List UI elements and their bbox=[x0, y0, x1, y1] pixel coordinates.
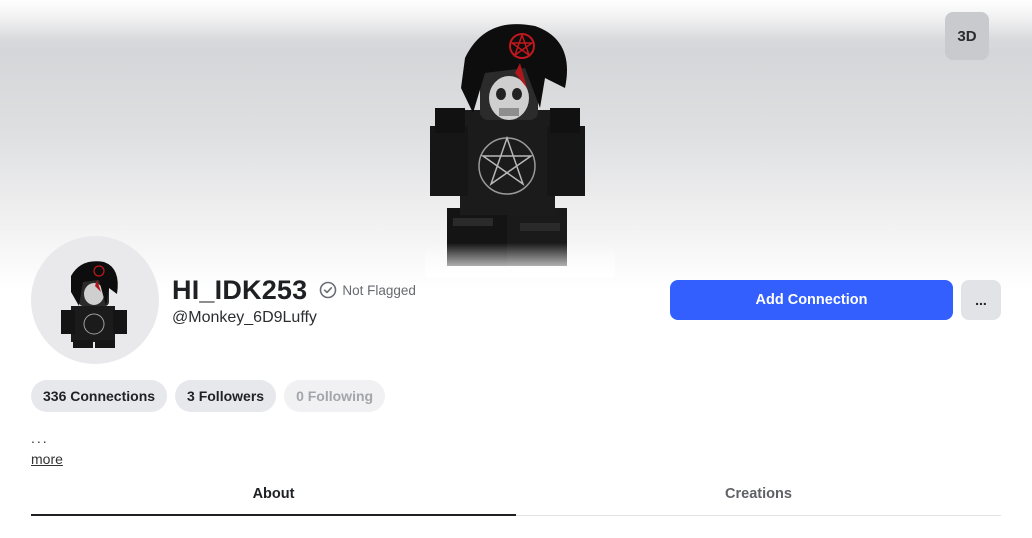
profile-tabs: About Creations bbox=[31, 472, 1001, 516]
view-3d-toggle-button[interactable]: 3D bbox=[945, 12, 989, 60]
avatar-headshot-figure bbox=[61, 261, 127, 348]
check-circle-icon bbox=[320, 281, 337, 299]
avatar-headshot bbox=[31, 236, 159, 364]
username: @Monkey_6D9Luffy bbox=[172, 309, 317, 326]
display-name: HI_IDK253 bbox=[172, 274, 308, 305]
avatar-3d-figure[interactable] bbox=[425, 18, 615, 278]
tab-creations[interactable]: Creations bbox=[516, 472, 1001, 515]
connections-pill[interactable]: 336 Connections bbox=[31, 380, 168, 412]
flag-status-label: Not Flagged bbox=[342, 282, 416, 298]
more-options-button[interactable]: ... bbox=[961, 280, 1001, 320]
profile-page: 3D HI_IDK253 Not Flagged @Monkey_6D9Luff… bbox=[0, 0, 1032, 538]
bio-more-link[interactable]: more bbox=[31, 451, 63, 467]
add-connection-button[interactable]: Add Connection bbox=[670, 280, 953, 320]
flag-status: Not Flagged bbox=[319, 281, 416, 299]
bio-ellipsis: ... bbox=[31, 430, 49, 446]
profile-hero-banner: 3D bbox=[0, 0, 1032, 290]
profile-stats: 336 Connections 3 Followers 0 Following bbox=[31, 380, 386, 412]
profile-name-row: HI_IDK253 Not Flagged bbox=[172, 274, 416, 306]
tab-about[interactable]: About bbox=[31, 472, 516, 516]
following-pill[interactable]: 0 Following bbox=[284, 380, 386, 412]
followers-pill[interactable]: 3 Followers bbox=[175, 380, 277, 412]
